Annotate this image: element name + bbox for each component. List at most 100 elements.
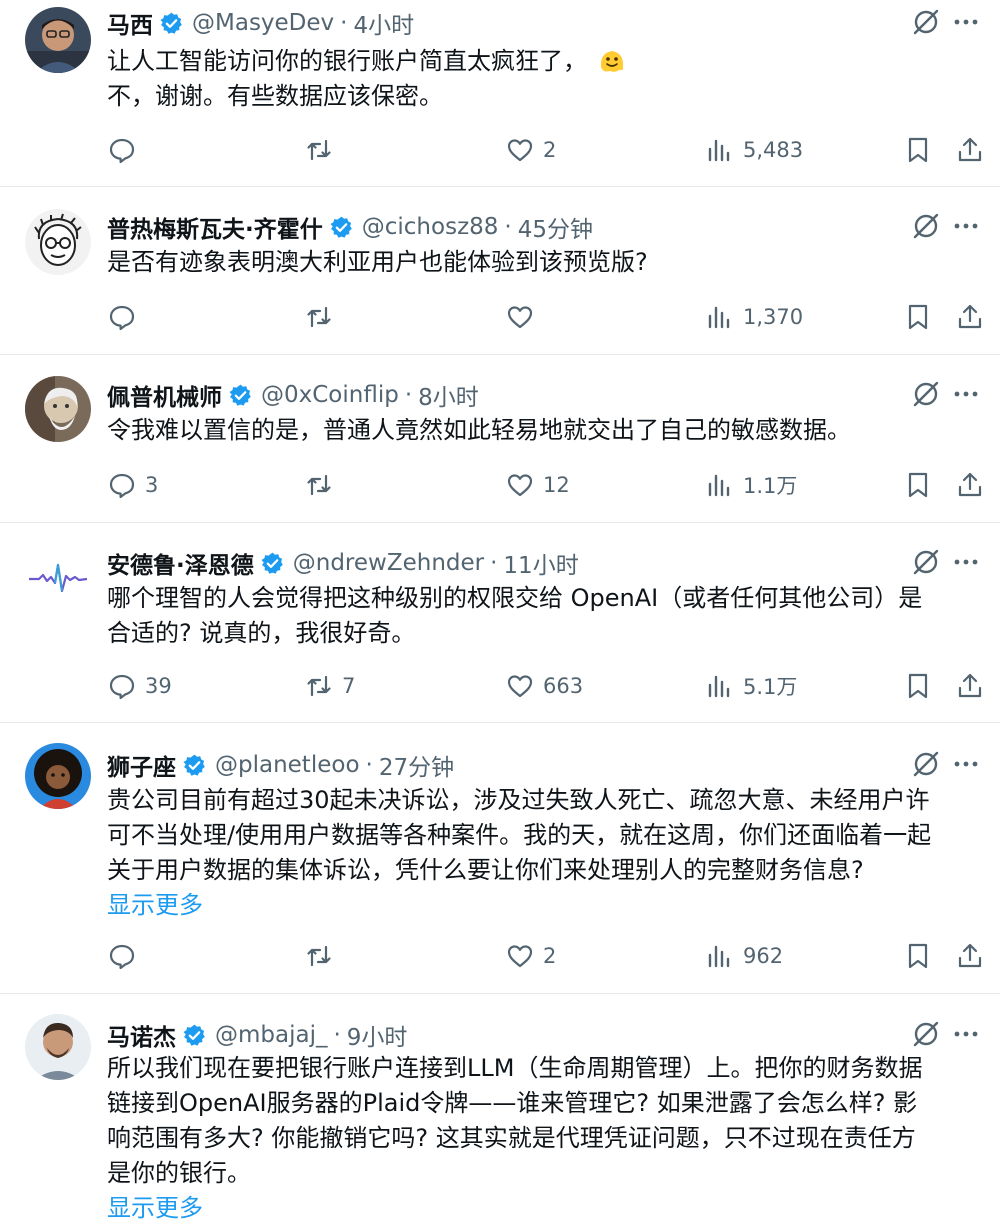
bookmark-button[interactable] (903, 936, 933, 976)
reply-button[interactable]: 39 (107, 666, 172, 706)
avatar[interactable] (25, 743, 91, 809)
timestamp[interactable]: 11小时 (503, 546, 578, 580)
bookmark-button[interactable] (903, 130, 933, 170)
show-more-link[interactable]: 显示更多 (107, 1191, 976, 1226)
avatar[interactable] (25, 209, 91, 275)
separator-dot: · (490, 550, 498, 576)
reply-button[interactable] (107, 297, 145, 337)
tweet[interactable]: 佩普机械师 @0xCoinflip · 8小时 令我难以置信的是，普通人竟然如此… (0, 372, 1000, 522)
author-handle[interactable]: @ndrewZehnder (293, 550, 484, 576)
bookmark-icon (908, 137, 928, 163)
author-name[interactable]: 佩普机械师 (107, 378, 222, 412)
retweet-icon (307, 306, 331, 328)
like-icon (507, 139, 533, 162)
bookmark-button[interactable] (903, 297, 933, 337)
tweet-text: 让人工智能访问你的银行账户简直太疯狂了， 不，谢谢。有些数据应该保密。 (107, 44, 976, 114)
bookmark-button[interactable] (903, 465, 933, 505)
timestamp[interactable]: 27分钟 (379, 748, 454, 782)
share-button[interactable] (955, 936, 985, 976)
avatar[interactable] (25, 1014, 91, 1080)
retweet-button[interactable] (304, 297, 342, 337)
like-button[interactable]: 12 (505, 465, 570, 505)
tweet[interactable]: 马西 @MasyeDev · 4小时 让人工智能访问你的银行账户简直太疯狂了， … (0, 0, 1000, 186)
views-button[interactable]: 5,483 (705, 130, 803, 170)
tweet[interactable]: 狮子座 @planetleoo · 27分钟 贵公司目前有超过30起未决诉讼，涉… (0, 742, 1000, 994)
more-icon[interactable] (950, 1018, 982, 1050)
retweet-button[interactable] (304, 465, 342, 505)
bookmark-icon (908, 304, 928, 330)
author-handle[interactable]: @0xCoinflip (261, 382, 399, 408)
more-icon[interactable] (950, 210, 982, 242)
reply-button[interactable]: 3 (107, 465, 158, 505)
like-button[interactable] (505, 297, 543, 337)
reply-button[interactable] (107, 130, 145, 170)
like-icon (507, 306, 533, 329)
author-handle[interactable]: @mbajaj_ (215, 1022, 327, 1048)
separator-dot: · (365, 752, 373, 778)
author-handle[interactable]: @MasyeDev (192, 10, 334, 36)
grok-icon[interactable] (910, 1018, 942, 1050)
timestamp[interactable]: 4小时 (353, 6, 414, 40)
tweet-text-line: 响范围有多大? 你能撤销它吗? 这其实就是代理凭证问题，只不过现在责任方 (107, 1124, 916, 1152)
reply-button[interactable] (107, 936, 145, 976)
tweet-divider (0, 522, 1000, 523)
grok-icon[interactable] (910, 748, 942, 780)
retweet-button[interactable] (304, 130, 342, 170)
separator-dot: · (404, 382, 413, 408)
tweet[interactable]: 普热梅斯瓦夫·齐霍什 @cichosz88 · 45分钟 是否有迹象表明澳大利亚… (0, 204, 1000, 354)
tweet-header: 狮子座 @planetleoo · 27分钟 (107, 746, 890, 784)
avatar[interactable] (25, 7, 91, 73)
avatar[interactable] (25, 376, 91, 442)
grok-icon[interactable] (910, 378, 942, 410)
retweet-button[interactable] (304, 936, 342, 976)
grok-icon[interactable] (910, 210, 942, 242)
more-icon[interactable] (950, 546, 982, 578)
timestamp[interactable]: 8小时 (418, 378, 479, 412)
tweet-text-line: 所以我们现在要把银行账户连接到LLM（生命周期管理）上。把你的财务数据 (107, 1054, 923, 1082)
more-icon[interactable] (950, 6, 982, 38)
share-icon (958, 304, 982, 329)
author-handle[interactable]: @cichosz88 (362, 214, 499, 240)
tweet-text-line: 让人工智能访问你的银行账户简直太疯狂了， (107, 47, 587, 75)
timestamp[interactable]: 45分钟 (518, 210, 593, 244)
verified-badge-icon (330, 216, 352, 238)
more-icon[interactable] (950, 748, 982, 780)
grok-icon[interactable] (910, 6, 942, 38)
author-handle[interactable]: @planetleoo (215, 752, 360, 778)
like-button[interactable]: 2 (505, 936, 556, 976)
tweet-divider (0, 186, 1000, 187)
retweet-button[interactable]: 7 (304, 666, 355, 706)
tweet[interactable]: 安德鲁·泽恩德 @ndrewZehnder · 11小时 哪个理智的人会觉得把这… (0, 540, 1000, 722)
retweet-icon (307, 139, 331, 161)
tweet[interactable]: 马诺杰 @mbajaj_ · 9小时 所以我们现在要把银行账户连接到LLM（生命… (0, 1012, 1000, 1230)
tweet-text-line: 哪个理智的人会觉得把这种级别的权限交给 OpenAI（或者任何其他公司）是 (107, 584, 923, 612)
like-button[interactable]: 663 (505, 666, 583, 706)
timestamp[interactable]: 9小时 (347, 1018, 408, 1052)
author-name[interactable]: 普热梅斯瓦夫·齐霍什 (107, 210, 323, 244)
author-name[interactable]: 马诺杰 (107, 1018, 176, 1052)
like-button[interactable]: 2 (505, 130, 556, 170)
views-button[interactable]: 1.1万 (705, 465, 797, 505)
bookmark-button[interactable] (903, 666, 933, 706)
view-count: 962 (743, 944, 784, 968)
tweet-text-line: 是你的银行。 (107, 1159, 251, 1187)
avatar[interactable] (25, 543, 91, 609)
grok-icon[interactable] (910, 546, 942, 578)
show-more-link[interactable]: 显示更多 (107, 888, 976, 923)
more-icon[interactable] (950, 378, 982, 410)
author-name[interactable]: 狮子座 (107, 748, 176, 782)
views-button[interactable]: 5.1万 (705, 666, 797, 706)
like-count: 2 (543, 138, 557, 162)
views-button[interactable]: 1,370 (705, 297, 803, 337)
author-name[interactable]: 马西 (107, 6, 153, 40)
share-button[interactable] (955, 130, 985, 170)
share-button[interactable] (955, 297, 985, 337)
like-count: 2 (543, 944, 557, 968)
tweet-text: 是否有迹象表明澳大利亚用户也能体验到该预览版? (107, 245, 976, 280)
author-name[interactable]: 安德鲁·泽恩德 (107, 546, 254, 580)
views-button[interactable]: 962 (705, 936, 783, 976)
share-button[interactable] (955, 465, 985, 505)
tweet-header: 安德鲁·泽恩德 @ndrewZehnder · 11小时 (107, 544, 890, 582)
retweet-count: 7 (342, 674, 356, 698)
share-button[interactable] (955, 666, 985, 706)
